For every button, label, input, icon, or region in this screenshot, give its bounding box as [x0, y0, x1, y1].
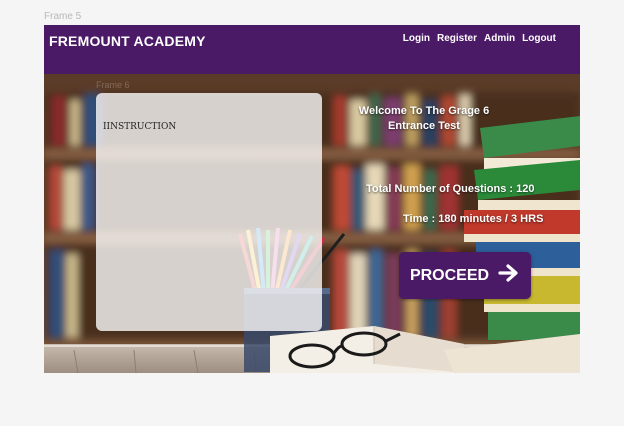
welcome-message: Welcome To The Grage 6 Entrance Test [344, 104, 504, 134]
nav-register-link[interactable]: Register [437, 33, 477, 44]
welcome-line-2: Entrance Test [388, 120, 460, 132]
brand-title[interactable]: FREMOUNT ACADEMY [49, 33, 206, 49]
top-navigation-bar: FREMOUNT ACADEMY Login Register Admin Lo… [44, 25, 580, 74]
instruction-panel: IINSTRUCTION [96, 93, 322, 331]
sub-frame-label: Frame 6 [96, 80, 130, 90]
nav-admin-link[interactable]: Admin [484, 33, 515, 44]
instruction-heading: IINSTRUCTION [103, 122, 177, 132]
time-limit: Time : 180 minutes / 3 HRS [403, 213, 544, 225]
nav-login-link[interactable]: Login [403, 33, 430, 44]
frame-label: Frame 5 [44, 11, 82, 22]
question-count: Total Number of Questions : 120 [366, 183, 535, 195]
nav-links: Login Register Admin Logout [403, 33, 556, 44]
welcome-line-1: Welcome To The Grage 6 [358, 105, 490, 117]
arrow-right-icon [498, 263, 520, 288]
landing-frame: FREMOUNT ACADEMY Login Register Admin Lo… [44, 25, 580, 373]
proceed-button[interactable]: PROCEED [399, 252, 531, 299]
nav-logout-link[interactable]: Logout [522, 33, 556, 44]
proceed-label: PROCEED [409, 266, 490, 284]
